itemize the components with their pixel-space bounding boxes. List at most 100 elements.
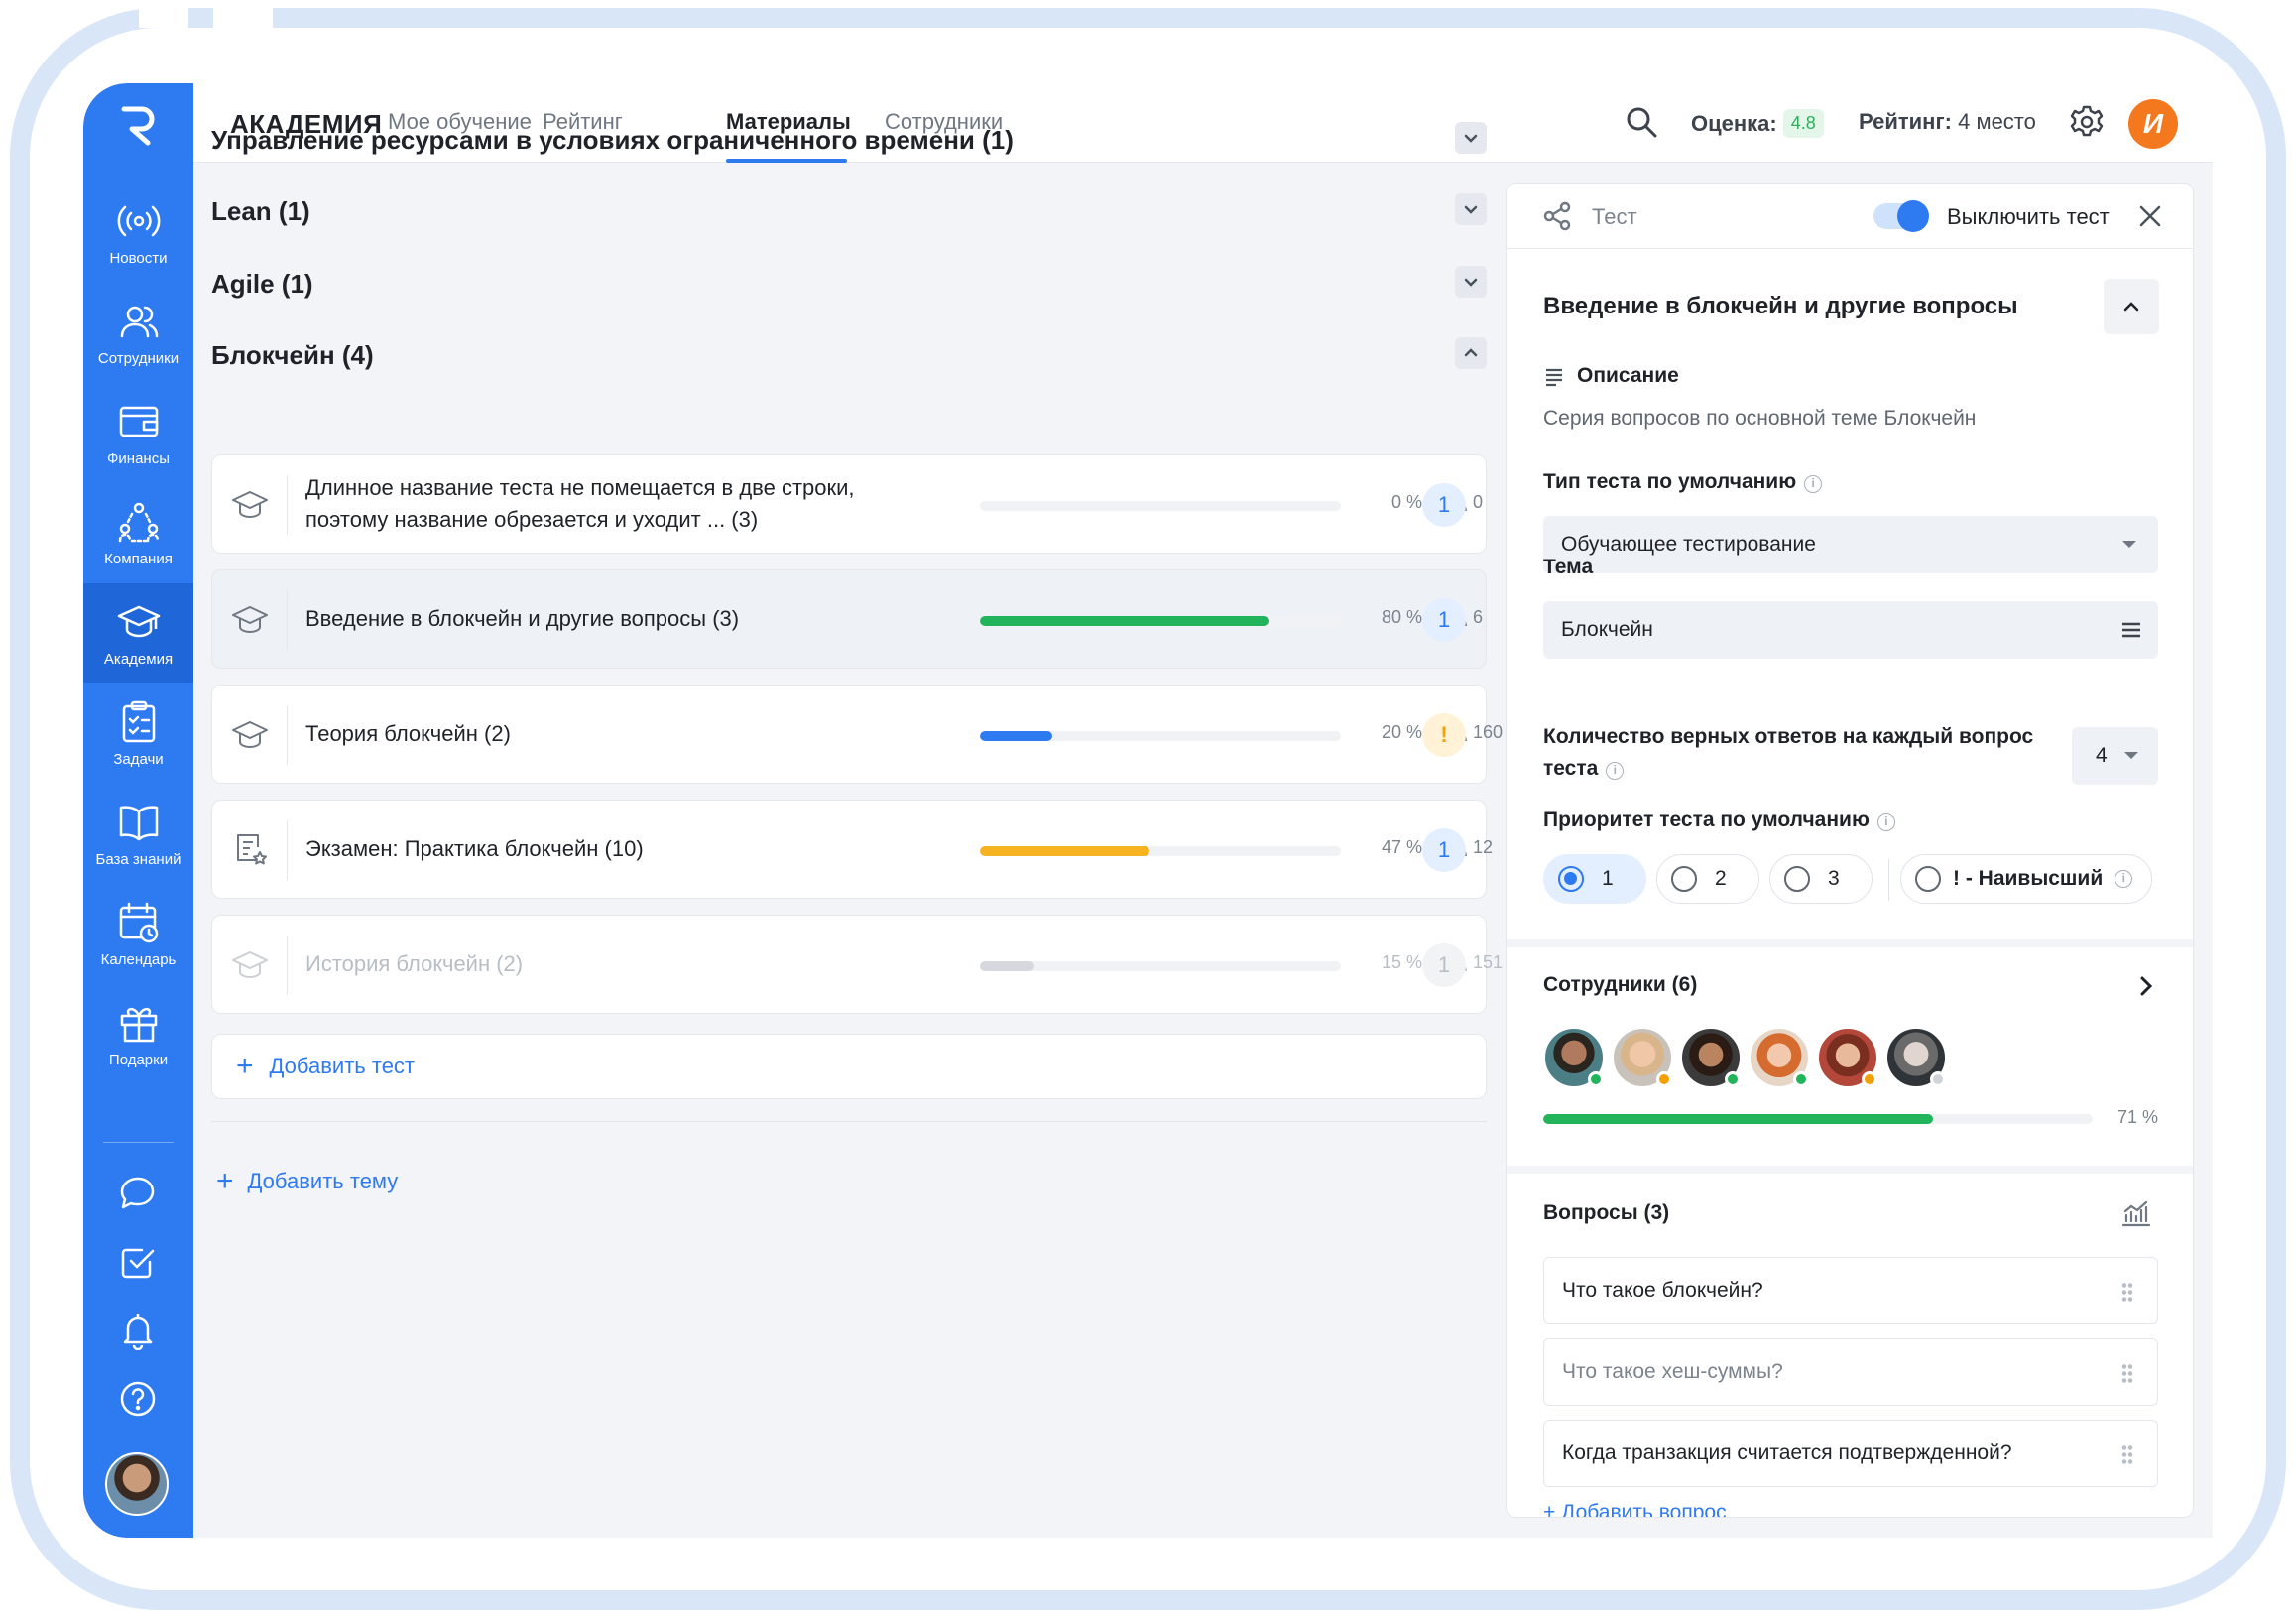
sidebar-item-employees[interactable]: Сотрудники	[83, 283, 193, 382]
answers-count-value: 4	[2096, 744, 2108, 767]
chat-icon[interactable]	[118, 1174, 158, 1213]
count-badge: 1	[1422, 483, 1466, 527]
avatar[interactable]	[1749, 1027, 1810, 1088]
sidebar-item-label: Компания	[104, 550, 173, 567]
score: Оценка: 4.8	[1691, 109, 1824, 138]
panel-title: Введение в блокчейн и другие вопросы	[1543, 293, 2018, 319]
disable-test-toggle[interactable]	[1873, 200, 1929, 232]
search-icon[interactable]	[1624, 104, 1659, 140]
section-title[interactable]: Agile (1)	[211, 269, 313, 300]
test-card-selected[interactable]: Введение в блокчейн и другие вопросы (3)…	[211, 569, 1487, 669]
theme-label: Тема	[1543, 556, 1594, 578]
sidebar: Новости Сотрудники Финансы Компания Акад…	[83, 83, 193, 1538]
frame-notch	[213, 0, 273, 28]
collapse-button[interactable]	[1455, 337, 1487, 369]
card-divider	[287, 475, 288, 535]
chevron-up-icon	[2123, 302, 2139, 312]
app-window: Новости Сотрудники Финансы Компания Акад…	[83, 83, 2213, 1538]
sidebar-item-label: Календарь	[100, 950, 177, 968]
checkbox-icon[interactable]	[118, 1242, 158, 1282]
avatar[interactable]	[1543, 1027, 1605, 1088]
avatar[interactable]	[1885, 1027, 1947, 1088]
test-card[interactable]: Теория блокчейн (2) 20 % 160 !	[211, 685, 1503, 784]
section-title[interactable]: Управление ресурсами в условиях ограниче…	[211, 125, 1014, 156]
question-item[interactable]: Когда транзакция считается подтвержденно…	[1543, 1420, 2158, 1487]
stats-icon[interactable]	[2117, 1195, 2153, 1231]
help-icon[interactable]	[118, 1379, 158, 1419]
sidebar-item-calendar[interactable]: Календарь	[83, 884, 193, 983]
bell-icon[interactable]	[118, 1310, 158, 1350]
rating-label: Рейтинг:	[1859, 109, 1952, 134]
question-text: Что такое хеш-суммы?	[1562, 1360, 1783, 1383]
test-card[interactable]: Длинное название теста не помещается в д…	[211, 454, 1487, 554]
priority-radio-3[interactable]: 3	[1769, 854, 1873, 904]
employees-progress-percent: 71 %	[2116, 1107, 2158, 1127]
drag-handle-icon[interactable]	[2121, 1363, 2133, 1383]
book-icon	[119, 805, 158, 840]
close-icon[interactable]	[2137, 203, 2163, 229]
info-icon[interactable]: i	[2115, 870, 2133, 888]
priority-radio-1[interactable]: 1	[1543, 854, 1646, 904]
avatar[interactable]	[1817, 1027, 1878, 1088]
rating: Рейтинг: 4 место	[1859, 109, 2036, 135]
answers-count-select[interactable]: 4	[2072, 727, 2158, 785]
question-item[interactable]: Что такое хеш-суммы?	[1543, 1338, 2158, 1406]
drag-handle-icon[interactable]	[2121, 1282, 2133, 1302]
question-item[interactable]: Что такое блокчейн?	[1543, 1257, 2158, 1324]
broadcast-icon	[117, 205, 160, 236]
expand-button[interactable]	[1455, 122, 1487, 154]
employees-heading[interactable]: Сотрудники (6)	[1543, 973, 1697, 997]
sidebar-item-tasks[interactable]: Задачи	[83, 684, 193, 783]
test-card-disabled[interactable]: История блокчейн (2) 15 % 151 1	[211, 915, 1503, 1014]
add-question-label: Добавить вопрос	[1561, 1501, 1727, 1518]
avatar[interactable]	[105, 1452, 169, 1516]
avatar[interactable]	[1680, 1027, 1742, 1088]
warning-badge: !	[1422, 713, 1466, 757]
sidebar-divider	[103, 1142, 174, 1143]
add-test-button[interactable]: + Добавить тест	[211, 1034, 1487, 1099]
info-icon[interactable]: i	[1606, 762, 1625, 780]
expand-button[interactable]	[1455, 193, 1487, 225]
avatar[interactable]	[1612, 1027, 1673, 1088]
sidebar-item-finance[interactable]: Финансы	[83, 383, 193, 482]
questions-heading: Вопросы (3)	[1543, 1201, 1670, 1224]
progress-bar	[980, 961, 1341, 971]
expand-button[interactable]	[1455, 266, 1487, 298]
sidebar-item-knowledge[interactable]: База знаний	[83, 784, 193, 883]
active-tab-indicator	[726, 159, 847, 163]
progress-percent: 15 %	[1381, 952, 1422, 972]
sidebar-item-academy[interactable]: Академия	[83, 583, 193, 683]
sidebar-item-company[interactable]: Компания	[83, 483, 193, 582]
status-dot	[1862, 1071, 1877, 1087]
test-card[interactable]: Экзамен: Практика блокчейн (10) 47 % 12 …	[211, 800, 1493, 899]
menu-lines-icon	[2122, 622, 2140, 638]
priority-radio-highest[interactable]: ! - Наивысший i	[1900, 854, 2152, 904]
logo-icon[interactable]	[116, 103, 160, 147]
priority-radio-2[interactable]: 2	[1656, 854, 1759, 904]
graduation-cap-icon	[232, 491, 268, 518]
info-icon[interactable]: i	[1876, 813, 1895, 831]
chevron-right-icon[interactable]	[2135, 973, 2157, 999]
sidebar-item-gifts[interactable]: Подарки	[83, 984, 193, 1083]
add-theme-button[interactable]: + Добавить тему	[216, 1167, 398, 1196]
answers-field-label: Количество верных ответов на каждый вопр…	[1543, 721, 2059, 785]
sidebar-item-label: Финансы	[107, 449, 170, 467]
share-icon[interactable]	[1542, 201, 1572, 231]
theme-select[interactable]: Блокчейн	[1543, 601, 2158, 659]
panel-type-label: Тест	[1592, 204, 1637, 229]
section-title[interactable]: Lean (1)	[211, 196, 310, 227]
collapse-button[interactable]	[2104, 279, 2159, 334]
count-badge: 1	[1422, 943, 1466, 987]
user-avatar[interactable]: И	[2128, 99, 2178, 149]
test-type-select[interactable]: Обучающее тестирование	[1543, 516, 2158, 573]
status-dot	[1656, 1071, 1672, 1087]
progress-bar	[980, 616, 1341, 626]
sidebar-item-news[interactable]: Новости	[83, 183, 193, 282]
info-icon[interactable]: i	[1804, 475, 1823, 493]
drag-handle-icon[interactable]	[2121, 1444, 2133, 1464]
priority-option-label: ! - Наивысший	[1953, 867, 2104, 890]
add-question-button[interactable]: + Добавить вопрос	[1543, 1501, 1727, 1518]
answers-label-2: теста	[1543, 757, 1599, 780]
section-title[interactable]: Блокчейн (4)	[211, 340, 374, 371]
gear-icon[interactable]	[2069, 104, 2105, 140]
